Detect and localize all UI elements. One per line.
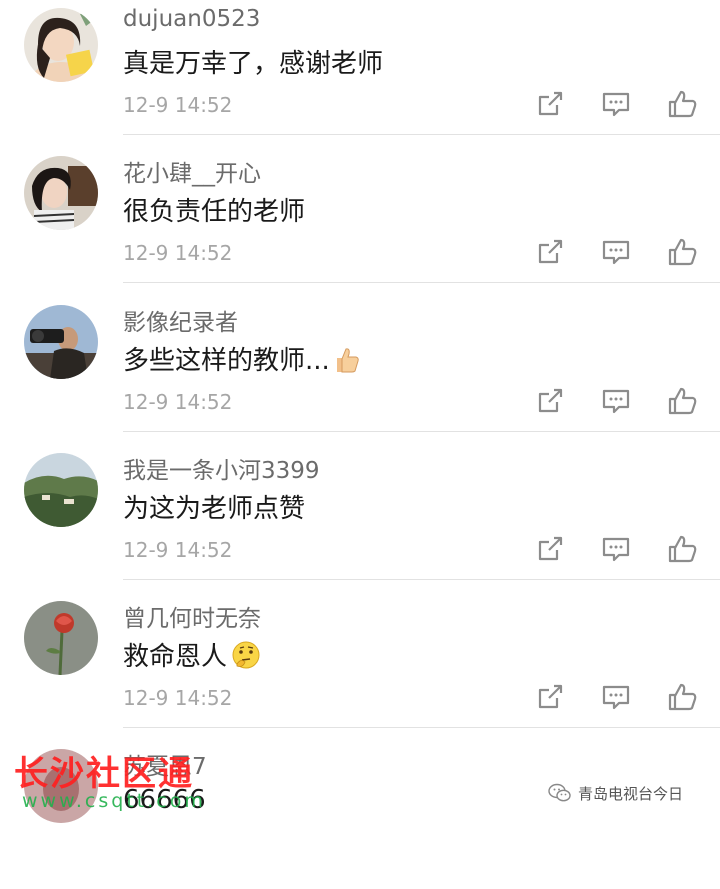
comment-text: 为这为老师点赞: [123, 494, 306, 524]
like-icon: [668, 535, 697, 563]
user-avatar[interactable]: [24, 156, 98, 230]
divider: [123, 134, 720, 135]
comment-list: dujuan0523 真是万幸了，感谢老师 12-9 14:52 花小肆__开心…: [0, 0, 720, 823]
share-button[interactable]: [534, 533, 566, 565]
comment-text: 救命恩人: [123, 636, 261, 677]
comment-text: 真是万幸了，感谢老师: [123, 49, 384, 79]
user-avatar[interactable]: [24, 305, 98, 379]
like-button[interactable]: [666, 533, 698, 565]
reply-icon: [602, 389, 630, 414]
like-icon: [668, 387, 697, 415]
share-icon: [538, 91, 563, 116]
divider: [123, 727, 720, 728]
share-icon: [538, 388, 563, 413]
comment-text: 多些这样的教师...: [123, 340, 360, 381]
comment-timestamp: 12-9 14:52: [123, 686, 233, 710]
share-button[interactable]: [534, 88, 566, 120]
reply-button[interactable]: [600, 88, 632, 120]
comment-username[interactable]: 曾几何时无奈: [123, 599, 261, 633]
divider: [123, 431, 720, 432]
reply-button[interactable]: [600, 236, 632, 268]
user-avatar[interactable]: [24, 601, 98, 675]
comment-actions: [534, 88, 704, 122]
reply-icon: [602, 685, 630, 710]
like-button[interactable]: [666, 236, 698, 268]
comment-text-content: 救命恩人: [123, 642, 228, 672]
user-avatar[interactable]: [24, 453, 98, 527]
comment-item: 我是一条小河3399 为这为老师点赞 12-9 14:52: [0, 445, 720, 593]
comment-username[interactable]: dujuan0523: [123, 6, 260, 32]
share-icon: [538, 684, 563, 709]
reply-button[interactable]: [600, 681, 632, 713]
comment-text: 66666: [123, 785, 206, 815]
comment-username[interactable]: 苏夏恩7: [123, 747, 207, 781]
share-button[interactable]: [534, 681, 566, 713]
divider: [123, 282, 720, 283]
share-button[interactable]: [534, 236, 566, 268]
comment-actions: [534, 236, 704, 270]
thinking-face-emoji-icon: [231, 640, 261, 677]
comment-text: 很负责任的老师: [123, 197, 306, 227]
comment-username[interactable]: 我是一条小河3399: [123, 451, 320, 485]
comment-username[interactable]: 花小肆__开心: [123, 154, 261, 188]
comment-actions: [534, 385, 704, 419]
like-icon: [668, 238, 697, 266]
comment-text-content: 多些这样的教师...: [123, 346, 330, 376]
comment-timestamp: 12-9 14:52: [123, 390, 233, 414]
thumbs-up-emoji-icon: [334, 346, 360, 381]
comment-item: dujuan0523 真是万幸了，感谢老师 12-9 14:52: [0, 0, 720, 148]
divider: [123, 579, 720, 580]
reply-icon: [602, 92, 630, 117]
reply-button[interactable]: [600, 533, 632, 565]
comment-item: 曾几何时无奈 救命恩人 12-9 14:52: [0, 593, 720, 741]
comment-actions: [534, 533, 704, 567]
comment-item: 影像纪录者 多些这样的教师... 12-9 14:52: [0, 297, 720, 445]
comment-timestamp: 12-9 14:52: [123, 93, 233, 117]
like-button[interactable]: [666, 88, 698, 120]
share-button[interactable]: [534, 385, 566, 417]
reply-button[interactable]: [600, 385, 632, 417]
share-icon: [538, 239, 563, 264]
comment-timestamp: 12-9 14:52: [123, 241, 233, 265]
reply-icon: [602, 537, 630, 562]
like-button[interactable]: [666, 385, 698, 417]
share-icon: [538, 536, 563, 561]
like-button[interactable]: [666, 681, 698, 713]
user-avatar[interactable]: [24, 749, 98, 823]
comment-actions: [534, 681, 704, 715]
like-icon: [668, 683, 697, 711]
comment-username[interactable]: 影像纪录者: [123, 303, 238, 337]
reply-icon: [602, 240, 630, 265]
comment-timestamp: 12-9 14:52: [123, 538, 233, 562]
like-icon: [668, 90, 697, 118]
user-avatar[interactable]: [24, 8, 98, 82]
comment-item: 花小肆__开心 很负责任的老师 12-9 14:52: [0, 148, 720, 296]
comment-item: 苏夏恩7 66666: [0, 741, 720, 889]
